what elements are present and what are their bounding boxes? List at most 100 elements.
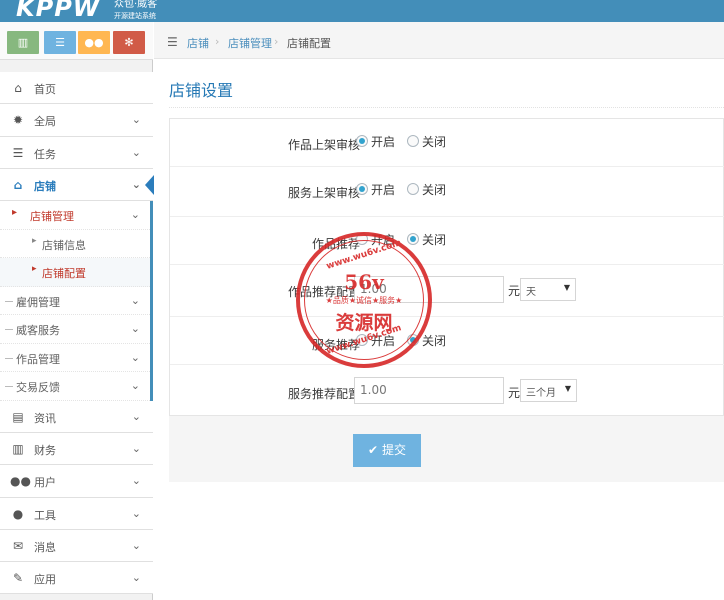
caret-down-icon: ▼ xyxy=(564,384,571,393)
submenu-employ[interactable]: 雇佣管理 ⌄ xyxy=(0,287,150,316)
gear-icon: ✹ xyxy=(12,113,24,128)
radio-works-audit-off[interactable] xyxy=(407,135,419,147)
chevron-down-icon: ⌄ xyxy=(131,474,141,488)
chevron-down-icon: ⌄ xyxy=(131,506,141,520)
sidebar-item-label: 应用 xyxy=(34,573,56,587)
submenu-trade[interactable]: 交易反馈 ⌄ xyxy=(0,372,150,401)
breadcrumb-separator: › xyxy=(215,35,220,48)
sidebar-item-label: 店铺 xyxy=(34,179,56,193)
shortcut-button-settings[interactable]: ✻ xyxy=(113,31,145,54)
top-header: KPPW 众包·威客 开源建站系统 xyxy=(0,0,724,22)
title-divider xyxy=(169,107,724,108)
file-icon: ▤ xyxy=(12,409,24,424)
logo[interactable]: KPPW xyxy=(16,0,100,22)
service-period-select[interactable]: 三个月 ▼ xyxy=(520,379,577,402)
caret-down-icon: ▼ xyxy=(563,283,570,292)
form-actions: ✔ 提交 xyxy=(169,415,724,482)
sidebar-item-label: 全局 xyxy=(34,115,56,129)
page-title: 店铺设置 xyxy=(169,81,234,100)
chevron-down-icon: ⌄ xyxy=(131,409,141,423)
breadcrumb-link-shop[interactable]: 店铺 xyxy=(187,35,209,51)
breadcrumb-link-shop-manage[interactable]: 店铺管理 xyxy=(228,35,272,51)
radio-service-audit-on[interactable] xyxy=(356,183,368,195)
shortcut-button-list[interactable]: ☰ xyxy=(44,31,76,54)
form-row-works-recommend: 作品推荐 开启 关闭 xyxy=(170,217,724,265)
form-row-works-audit: 作品上架审核 开启 关闭 xyxy=(170,119,724,167)
sidebar-item-finance[interactable]: ▥ 财务 ⌄ xyxy=(0,432,153,466)
form-row-service-recommend-config: 服务推荐配置 1.00 元 三个月 ▼ xyxy=(170,365,724,417)
submenu-label: 店铺管理 xyxy=(30,210,74,224)
sidebar-item-label: 首页 xyxy=(34,83,56,96)
radio-label: 关闭 xyxy=(422,135,447,149)
sidebar-item-users[interactable]: ●● 用户 ⌄ xyxy=(0,465,153,498)
submenu-works[interactable]: 作品管理 ⌄ xyxy=(0,344,150,373)
users-icon: ●● xyxy=(10,474,31,489)
unit-label: 元 xyxy=(508,386,521,400)
user-icon: ● xyxy=(12,506,24,521)
sidebar-item-global[interactable]: ✹ 全局 ⌄ xyxy=(0,104,153,137)
submit-label: 提交 xyxy=(382,443,407,457)
sidebar-item-label: 用户 xyxy=(34,476,56,490)
chevron-down-icon: ⌄ xyxy=(131,571,141,585)
select-value: 天 xyxy=(526,287,536,298)
shortcut-button-users[interactable]: ●● xyxy=(78,31,110,54)
brand-text: 众包·威客 开源建站系统 xyxy=(114,0,157,21)
sidebar-item-messages[interactable]: ✉ 消息 ⌄ xyxy=(0,529,153,563)
cogs-icon: ✻ xyxy=(124,36,134,49)
chevron-down-icon: ⌄ xyxy=(131,145,141,159)
submit-button[interactable]: ✔ 提交 xyxy=(353,434,421,467)
submenu-shop-config[interactable]: 店铺配置 xyxy=(0,258,150,287)
submenu-service[interactable]: 威客服务 ⌄ xyxy=(0,315,150,344)
submenu-label: 威客服务 xyxy=(16,324,60,338)
breadcrumb-current: 店铺配置 xyxy=(287,37,331,50)
edit-icon: ✎ xyxy=(12,571,24,586)
chevron-down-icon: ⌄ xyxy=(131,538,141,552)
tasks-icon: ☰ xyxy=(167,35,178,49)
home-icon: ⌂ xyxy=(14,81,22,95)
form-row-service-recommend: 服务推荐 开启 关闭 xyxy=(170,317,724,365)
chevron-down-icon: ⌄ xyxy=(130,322,140,336)
sidebar-item-apps[interactable]: ✎ 应用 ⌄ xyxy=(0,562,153,595)
unit-label: 元 xyxy=(508,284,521,298)
shortcut-button-stats[interactable]: ▥ xyxy=(7,31,39,54)
tasks-icon: ☰ xyxy=(12,145,24,160)
submenu-label: 交易反馈 xyxy=(16,381,60,395)
sidebar-item-label: 工具 xyxy=(34,508,56,522)
breadcrumb-separator: › xyxy=(274,35,279,48)
sidebar-item-home[interactable]: ⌂ 首页 xyxy=(0,72,153,105)
works-period-select[interactable]: 天 ▼ xyxy=(520,278,576,301)
brand-name: 众包·威客 xyxy=(114,0,158,10)
chevron-down-icon: ⌄ xyxy=(130,379,140,393)
chevron-down-icon: ⌄ xyxy=(130,208,140,222)
sidebar-item-tasks[interactable]: ☰ 任务 ⌄ xyxy=(0,136,153,169)
submenu-shop-manage[interactable]: 店铺管理 ⌄ xyxy=(0,201,150,230)
field-label: 服务推荐配置 xyxy=(287,387,360,401)
service-price-input[interactable]: 1.00 xyxy=(354,377,504,404)
chevron-down-icon: ⌄ xyxy=(131,177,141,191)
radio-label: 关闭 xyxy=(422,183,447,197)
chevron-down-icon: ⌄ xyxy=(130,350,140,364)
form-row-service-audit: 服务上架审核 开启 关闭 xyxy=(170,167,724,217)
sidebar-item-label: 消息 xyxy=(34,540,56,554)
home-icon: ⌂ xyxy=(13,177,23,192)
brand-tagline: 开源建站系统 xyxy=(114,12,156,20)
sidebar-shortcuts: ▥ ☰ ●● ✻ xyxy=(0,22,153,60)
sidebar-item-tools[interactable]: ● 工具 ⌄ xyxy=(0,497,153,530)
sidebar-item-shop[interactable]: ⌂ 店铺 ⌄ xyxy=(0,168,154,202)
submenu-label: 雇佣管理 xyxy=(16,295,60,309)
chevron-down-icon: ⌄ xyxy=(131,113,141,127)
submenu-label: 店铺配置 xyxy=(42,267,86,281)
users-icon: ●● xyxy=(84,36,104,49)
sidebar-item-news[interactable]: ▤ 资讯 ⌄ xyxy=(0,400,153,433)
stamp-big-text: 56v xyxy=(344,270,384,294)
sidebar-item-label: 任务 xyxy=(34,147,56,161)
shop-submenu: 店铺管理 ⌄ 店铺信息 店铺配置 雇佣管理 ⌄ 威客服务 ⌄ 作品管理 ⌄ xyxy=(0,201,153,401)
bar-chart-icon: ▥ xyxy=(17,36,29,49)
radio-works-audit-on[interactable] xyxy=(356,135,368,147)
submenu-shop-info[interactable]: 店铺信息 xyxy=(0,230,150,259)
sidebar-item-label: 财务 xyxy=(34,443,56,457)
radio-service-audit-off[interactable] xyxy=(407,183,419,195)
breadcrumb: ☰ 店铺 › 店铺管理 › 店铺配置 xyxy=(154,22,724,59)
watermark-stamp: www.wu6v.com 56v ★品质★诚信★服务★ 资源网 www.wu6v… xyxy=(296,232,432,368)
submenu-label: 作品管理 xyxy=(16,352,60,366)
